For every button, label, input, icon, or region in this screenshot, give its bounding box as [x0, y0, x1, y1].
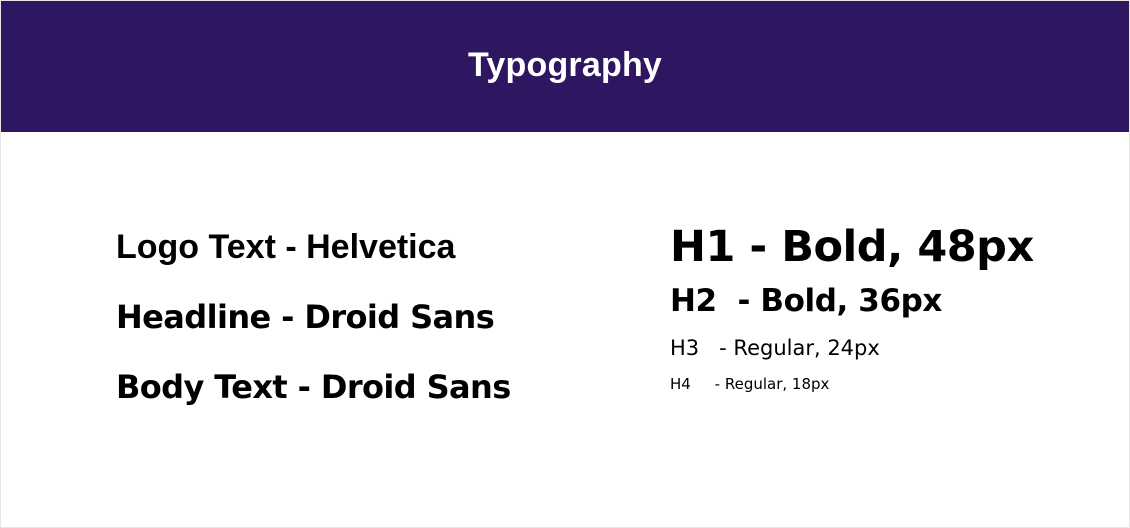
logo-font-spec: Logo Text - Helvetica — [116, 228, 456, 266]
font-family-list: Logo Text - Helvetica Headline - Droid S… — [116, 227, 596, 437]
header-banner: Typography — [1, 1, 1129, 132]
headline-font-spec: Headline - Droid Sans — [116, 298, 495, 336]
heading-scale-list: H1 - Bold, 48px H2 - Bold, 36px H3 - Reg… — [670, 221, 1120, 395]
h1-sample: H1 - Bold, 48px — [670, 222, 1034, 272]
typography-card: Typography Logo Text - Helvetica Headlin… — [0, 0, 1130, 528]
h4-sample: H4 - Regular, 18px — [670, 375, 830, 393]
h2-sample: H2 - Bold, 36px — [670, 283, 942, 319]
body-font-spec: Body Text - Droid Sans — [116, 368, 511, 406]
h3-sample: H3 - Regular, 24px — [670, 336, 880, 360]
page-title: Typography — [467, 45, 663, 84]
